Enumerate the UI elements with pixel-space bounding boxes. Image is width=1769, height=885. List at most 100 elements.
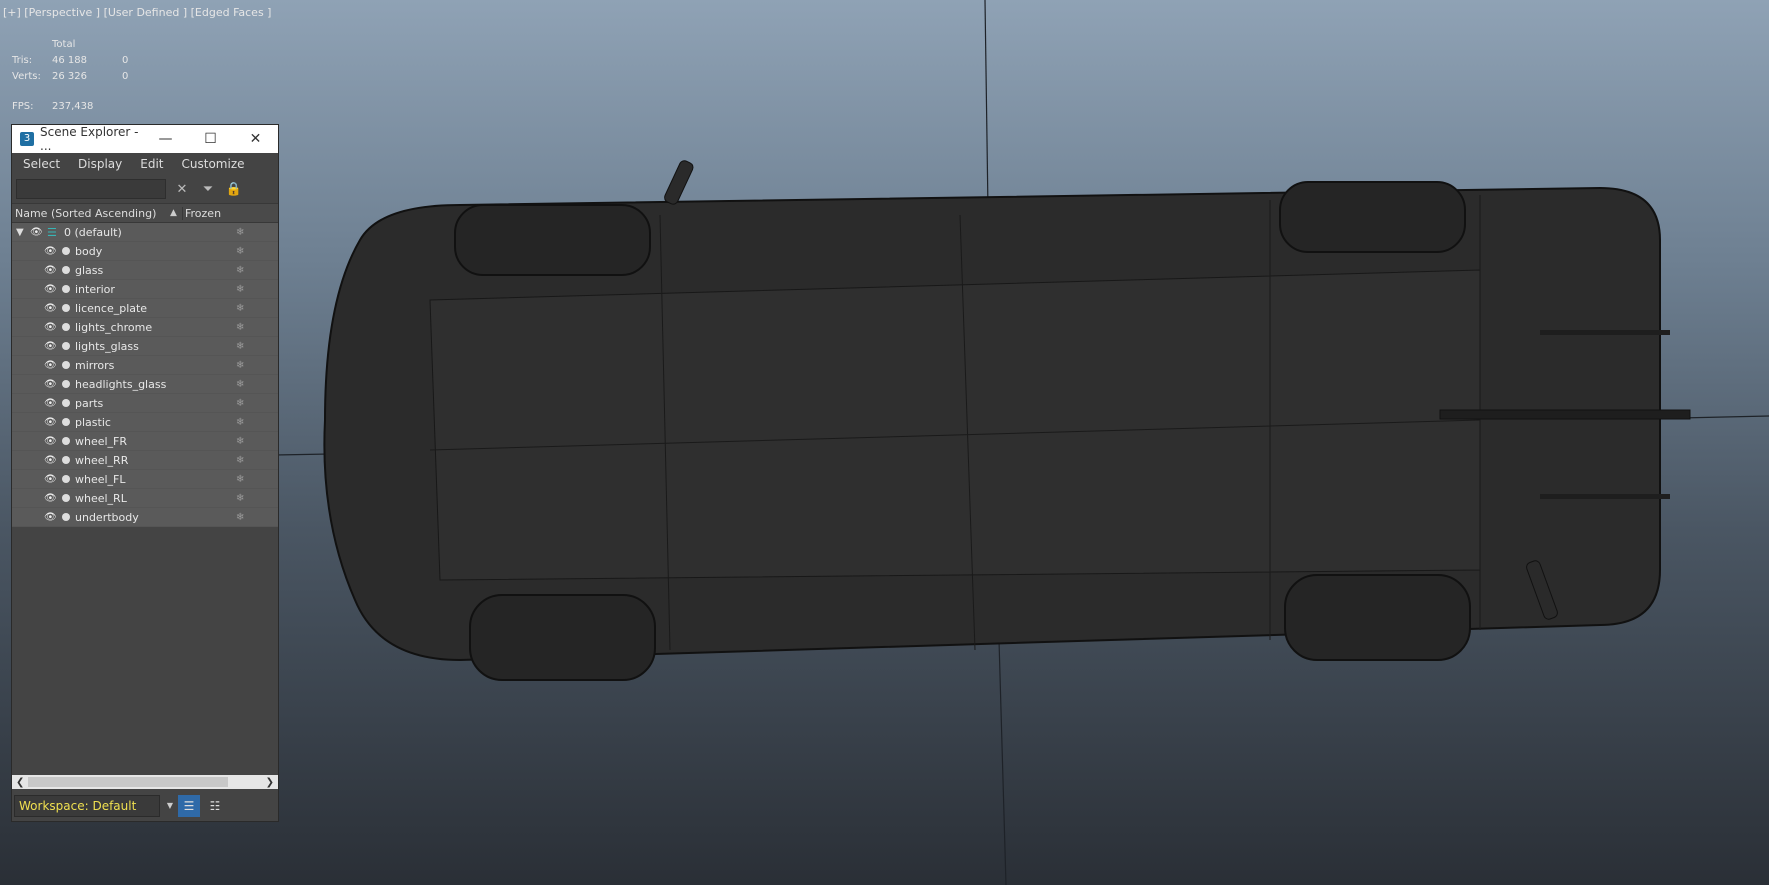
- freeze-icon[interactable]: ❄: [236, 360, 244, 371]
- menu-display[interactable]: Display: [69, 157, 131, 171]
- object-icon: [62, 399, 70, 407]
- freeze-icon[interactable]: ❄: [236, 379, 244, 390]
- layer-row[interactable]: ▼ 👁 ☰ 0 (default) ❄: [12, 223, 278, 242]
- visibility-eye-icon[interactable]: 👁: [44, 436, 57, 447]
- visibility-eye-icon[interactable]: 👁: [44, 455, 57, 466]
- object-name: wheel_FR: [75, 434, 128, 448]
- collapse-arrow-icon[interactable]: ▼: [16, 227, 24, 238]
- freeze-icon[interactable]: ❄: [236, 417, 244, 428]
- freeze-icon[interactable]: ❄: [236, 474, 244, 485]
- stats-tris-selected: 0: [122, 55, 129, 66]
- filter-icon[interactable]: ⏷: [198, 179, 218, 199]
- column-name[interactable]: Name (Sorted Ascending): [12, 207, 170, 220]
- workspace-dropdown[interactable]: Workspace: Default ▼: [14, 795, 173, 817]
- stats-tris-total: 46 188: [52, 55, 87, 66]
- stats-tris-label: Tris:: [12, 55, 33, 66]
- explorer-footer: Workspace: Default ▼ ☰ ☷: [12, 793, 278, 819]
- visibility-eye-icon[interactable]: 👁: [44, 341, 57, 352]
- visibility-eye-icon[interactable]: 👁: [44, 493, 57, 504]
- visibility-eye-icon[interactable]: 👁: [44, 303, 57, 314]
- lock-icon[interactable]: 🔒: [224, 179, 244, 199]
- scrollbar-thumb[interactable]: [28, 777, 228, 787]
- object-name: interior: [75, 282, 115, 296]
- scroll-left-icon[interactable]: ❮: [16, 777, 24, 788]
- object-row[interactable]: 👁 wheel_FL ❄: [12, 470, 278, 489]
- visibility-eye-icon[interactable]: 👁: [44, 360, 57, 371]
- menu-bar: Select Display Edit Customize: [12, 153, 278, 175]
- object-icon: [62, 323, 70, 331]
- menu-select[interactable]: Select: [14, 157, 69, 171]
- object-row[interactable]: 👁 interior ❄: [12, 280, 278, 299]
- visibility-eye-icon[interactable]: 👁: [44, 284, 57, 295]
- freeze-icon[interactable]: ❄: [236, 398, 244, 409]
- horizontal-scrollbar[interactable]: ❮ ❯: [12, 775, 278, 789]
- stats-verts-total: 26 326: [52, 71, 87, 82]
- freeze-icon[interactable]: ❄: [236, 303, 244, 314]
- object-icon: [62, 437, 70, 445]
- visibility-eye-icon[interactable]: 👁: [44, 379, 57, 390]
- viewport-label[interactable]: [+] [Perspective ] [User Defined ] [Edge…: [3, 6, 271, 19]
- freeze-icon[interactable]: ❄: [236, 227, 244, 238]
- freeze-icon[interactable]: ❄: [236, 246, 244, 257]
- object-row[interactable]: 👁 lights_chrome ❄: [12, 318, 278, 337]
- freeze-icon[interactable]: ❄: [236, 265, 244, 276]
- stats-verts-label: Verts:: [12, 71, 41, 82]
- visibility-eye-icon[interactable]: 👁: [44, 398, 57, 409]
- object-name: lights_glass: [75, 339, 139, 353]
- scene-explorer-titlebar[interactable]: 3 Scene Explorer - ... — ☐ ✕: [12, 125, 278, 153]
- freeze-icon[interactable]: ❄: [236, 436, 244, 447]
- object-row[interactable]: 👁 headlights_glass ❄: [12, 375, 278, 394]
- search-input[interactable]: [16, 179, 166, 199]
- object-row[interactable]: 👁 mirrors ❄: [12, 356, 278, 375]
- object-row[interactable]: 👁 lights_glass ❄: [12, 337, 278, 356]
- fps-label: FPS:: [12, 101, 34, 112]
- scroll-right-icon[interactable]: ❯: [266, 777, 274, 788]
- object-row[interactable]: 👁 licence_plate ❄: [12, 299, 278, 318]
- sort-by-hierarchy-icon[interactable]: ☷: [204, 795, 226, 817]
- fps-value: 237,438: [52, 101, 94, 112]
- object-name: body: [75, 244, 103, 258]
- object-icon: [62, 456, 70, 464]
- window-title: Scene Explorer - ...: [40, 125, 139, 153]
- object-name: glass: [75, 263, 104, 277]
- visibility-eye-icon[interactable]: 👁: [44, 322, 57, 333]
- menu-customize[interactable]: Customize: [173, 157, 254, 171]
- object-name: undertbody: [75, 510, 139, 524]
- close-icon[interactable]: ✕: [233, 125, 278, 153]
- freeze-icon[interactable]: ❄: [236, 512, 244, 523]
- maximize-icon[interactable]: ☐: [188, 125, 233, 153]
- object-row[interactable]: 👁 glass ❄: [12, 261, 278, 280]
- visibility-eye-icon[interactable]: 👁: [44, 246, 57, 257]
- object-row[interactable]: 👁 body ❄: [12, 242, 278, 261]
- object-icon: [62, 361, 70, 369]
- object-row[interactable]: 👁 parts ❄: [12, 394, 278, 413]
- visibility-eye-icon[interactable]: 👁: [30, 227, 43, 238]
- scene-tree: ▼ 👁 ☰ 0 (default) ❄ 👁 body ❄ 👁 glass ❄ 👁 interi…: [12, 223, 278, 527]
- fps-readout: FPS: 237,438: [12, 101, 93, 112]
- object-name: headlights_glass: [75, 377, 167, 391]
- freeze-icon[interactable]: ❄: [236, 341, 244, 352]
- visibility-eye-icon[interactable]: 👁: [44, 265, 57, 276]
- object-row[interactable]: 👁 undertbody ❄: [12, 508, 278, 527]
- freeze-icon[interactable]: ❄: [236, 455, 244, 466]
- freeze-icon[interactable]: ❄: [236, 493, 244, 504]
- visibility-eye-icon[interactable]: 👁: [44, 417, 57, 428]
- freeze-icon[interactable]: ❄: [236, 284, 244, 295]
- clear-search-icon[interactable]: ✕: [172, 179, 192, 199]
- column-frozen[interactable]: Frozen: [182, 206, 278, 220]
- object-row[interactable]: 👁 wheel_RR ❄: [12, 451, 278, 470]
- minimize-icon[interactable]: —: [143, 125, 188, 153]
- visibility-eye-icon[interactable]: 👁: [44, 512, 57, 523]
- dropdown-arrow-icon[interactable]: ▼: [167, 796, 173, 816]
- object-row[interactable]: 👁 wheel_FR ❄: [12, 432, 278, 451]
- workspace-label: Workspace: Default: [19, 799, 137, 813]
- menu-edit[interactable]: Edit: [131, 157, 172, 171]
- sort-by-layer-icon[interactable]: ☰: [178, 795, 200, 817]
- visibility-eye-icon[interactable]: 👁: [44, 474, 57, 485]
- freeze-icon[interactable]: ❄: [236, 322, 244, 333]
- tree-empty-area[interactable]: [12, 527, 278, 791]
- object-row[interactable]: 👁 wheel_RL ❄: [12, 489, 278, 508]
- layer-icon: ☰: [47, 225, 57, 239]
- sort-ascending-icon[interactable]: ▲: [170, 208, 182, 218]
- object-row[interactable]: 👁 plastic ❄: [12, 413, 278, 432]
